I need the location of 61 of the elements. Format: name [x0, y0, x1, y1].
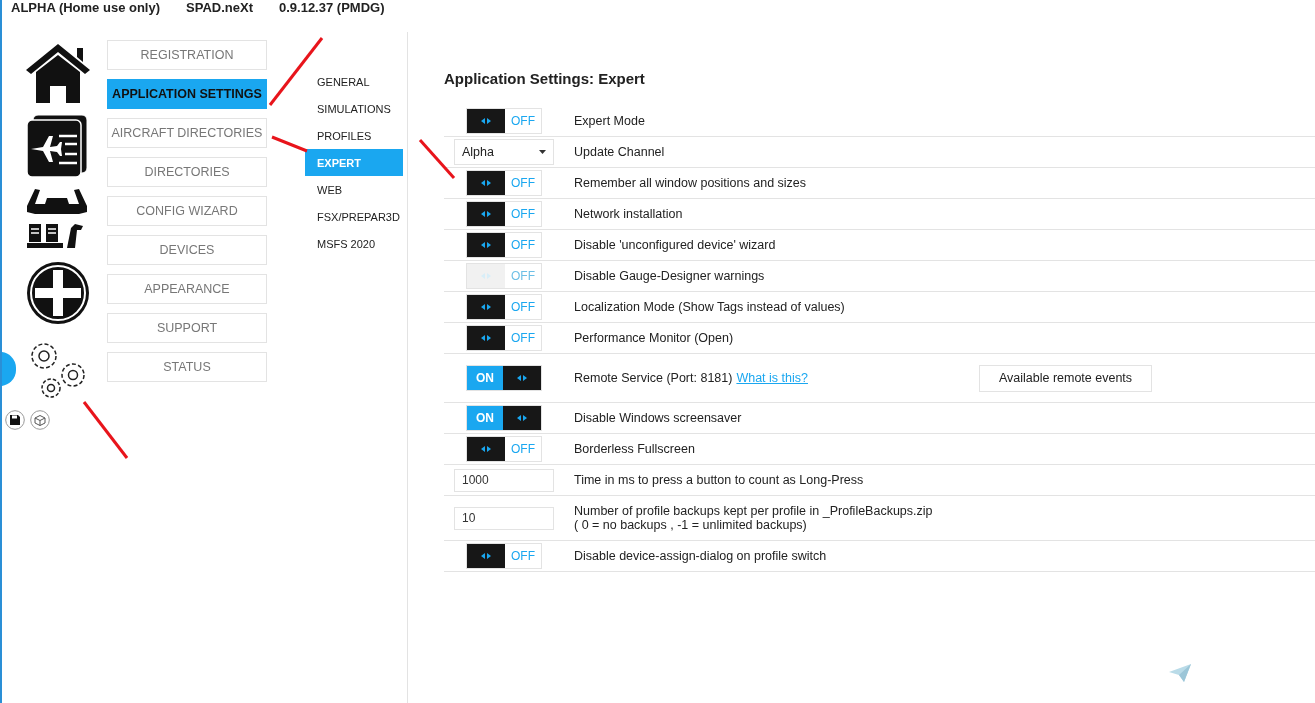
number-field[interactable]: 1000	[454, 468, 554, 492]
nav-tab[interactable]: AIRCRAFT DIRECTORIES	[107, 118, 267, 148]
sub-tab[interactable]: FSX/PREPAR3D	[305, 203, 403, 230]
sub-tab[interactable]: PROFILES	[305, 122, 403, 149]
nav-tab[interactable]: DIRECTORIES	[107, 157, 267, 187]
package-icon[interactable]	[30, 410, 50, 430]
annotation-stroke	[82, 401, 129, 459]
setting-label: Time in ms to press a button to count as Long-Press	[574, 473, 864, 487]
remote-events-button[interactable]: Available remote events	[979, 364, 1152, 392]
toggle-switch[interactable]: OFF	[466, 170, 542, 196]
setting-label: Disable 'unconfigured device' wizard	[574, 238, 776, 252]
toggle-switch[interactable]: OFF	[466, 543, 542, 569]
toggle-switch[interactable]: OFF	[466, 201, 542, 227]
setting-label: Disable Windows screensaver	[574, 411, 742, 425]
number-field[interactable]: 10	[454, 506, 554, 530]
help-link[interactable]: What is this?	[736, 371, 808, 385]
setting-label: Localization Mode (Show Tags instead of values)	[574, 300, 845, 314]
toggle-switch[interactable]: ON	[466, 365, 542, 391]
setting-label: Update Channel	[574, 145, 665, 159]
edition-label: ALPHA (Home use only)	[11, 0, 161, 16]
toggle-switch[interactable]: OFF	[466, 108, 542, 134]
save-icon[interactable]	[5, 410, 25, 430]
nav-tab[interactable]: CONFIG WIZARD	[107, 196, 267, 226]
plane-list-icon[interactable]	[25, 114, 89, 178]
sub-tab[interactable]: WEB	[305, 176, 403, 203]
nav-tab[interactable]: APPEARANCE	[107, 274, 267, 304]
toggle-switch[interactable]: OFF	[466, 436, 542, 462]
nav-tab[interactable]: APPLICATION SETTINGS	[107, 79, 267, 109]
cockpit-devices-icon[interactable]	[25, 188, 89, 250]
product-name: SPAD.neXt	[186, 0, 253, 16]
channel-dropdown[interactable]: Alpha	[454, 139, 554, 165]
nav-tab[interactable]: SUPPORT	[107, 313, 267, 343]
sub-tab[interactable]: GENERAL	[305, 68, 403, 95]
annotation-stroke	[271, 135, 308, 153]
setting-label: Network installation	[574, 207, 683, 221]
nav-tab[interactable]: REGISTRATION	[107, 40, 267, 70]
setting-label: Number of profile backups kept per profile in _ProfileBackups.zip	[574, 504, 933, 518]
sub-tab[interactable]: SIMULATIONS	[305, 95, 403, 122]
setting-label: Disable device-assign-dialog on profile switch	[574, 549, 827, 563]
toggle-switch[interactable]: OFF	[466, 232, 542, 258]
active-indicator	[2, 352, 16, 386]
toggle-switch[interactable]: ON	[466, 405, 542, 431]
setting-note: ( 0 = no backups , -1 = unlimited backups)	[574, 518, 808, 532]
sub-tab[interactable]: MSFS 2020	[305, 230, 403, 257]
nav-tab[interactable]: DEVICES	[107, 235, 267, 265]
setting-label: Expert Mode	[574, 114, 645, 128]
nav-tab[interactable]: STATUS	[107, 352, 267, 382]
plus-circle-icon[interactable]	[25, 260, 91, 326]
setting-label: Disable Gauge-Designer warnings	[574, 269, 765, 283]
toggle-switch[interactable]: OFF	[466, 325, 542, 351]
toggle-switch[interactable]: OFF	[466, 294, 542, 320]
setting-label: Remember all window positions and sizes	[574, 176, 807, 190]
home-icon[interactable]	[25, 42, 91, 104]
setting-label: Performance Monitor (Open)	[574, 331, 734, 345]
setting-label: Remote Service (Port: 8181)	[574, 371, 733, 385]
annotation-stroke	[418, 139, 456, 179]
sub-tab[interactable]: EXPERT	[305, 149, 403, 176]
version-label: 0.9.12.37 (PMDG)	[278, 0, 385, 16]
setting-label: Borderless Fullscreen	[574, 442, 695, 456]
dropdown-caret-icon	[539, 150, 546, 154]
page-title: Application Settings: Expert	[444, 69, 646, 89]
